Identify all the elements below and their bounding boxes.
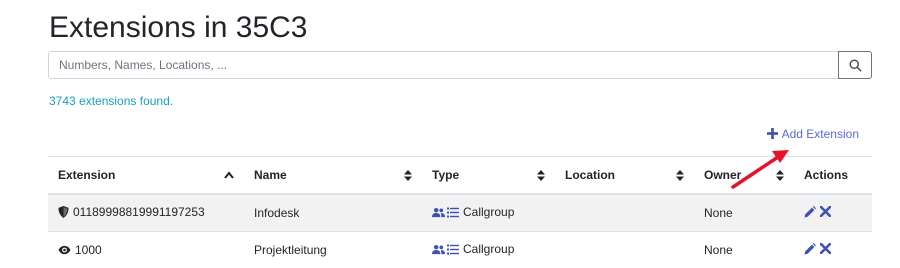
- pencil-icon: [804, 206, 816, 218]
- extension-number: 1000: [75, 243, 102, 257]
- sort-icon: [676, 170, 684, 181]
- add-extension-button[interactable]: Add Extension: [767, 127, 859, 141]
- table-row[interactable]: 0118999881999119725​3 Infodesk Callgroup…: [48, 194, 872, 232]
- type-cell: Callgroup: [422, 194, 555, 232]
- search-input[interactable]: [48, 51, 838, 79]
- results-count: 3743 extensions found.: [49, 94, 173, 108]
- table-row[interactable]: 1000 Projektleitung Callgroup None: [48, 232, 872, 268]
- column-label-owner: Owner: [704, 168, 741, 182]
- edit-button[interactable]: [804, 206, 816, 218]
- actions-cell: [794, 194, 872, 232]
- page-title: Extensions in 35C3: [49, 8, 308, 48]
- column-label-name: Name: [254, 168, 287, 182]
- name-cell: Projektleitung: [244, 232, 422, 268]
- column-header-actions: Actions: [794, 157, 872, 195]
- edit-button[interactable]: [804, 243, 816, 255]
- type-label: Callgroup: [463, 242, 514, 256]
- column-header-name[interactable]: Name: [244, 157, 422, 195]
- column-header-location[interactable]: Location: [555, 157, 694, 195]
- extension-cell: 1000: [48, 232, 244, 268]
- search-icon: [849, 59, 862, 72]
- location-cell: [555, 194, 694, 232]
- plus-icon: [767, 128, 778, 141]
- sort-asc-icon: [224, 171, 234, 179]
- owner-cell: None: [694, 232, 794, 268]
- column-header-extension[interactable]: Extension: [48, 157, 244, 195]
- column-label-actions: Actions: [804, 168, 848, 182]
- search-button[interactable]: [838, 51, 872, 79]
- extension-number: 0118999881999119725​3: [73, 205, 205, 219]
- column-label-type: Type: [432, 168, 459, 182]
- column-label-location: Location: [565, 168, 615, 182]
- users-list-icon: [432, 207, 459, 218]
- delete-button[interactable]: [820, 206, 831, 217]
- sort-icon: [537, 170, 545, 181]
- name-cell: Infodesk: [244, 194, 422, 232]
- pencil-icon: [804, 243, 816, 255]
- sort-icon: [776, 170, 784, 181]
- delete-button[interactable]: [820, 243, 831, 254]
- users-list-icon: [432, 244, 459, 255]
- table-header-row: Extension Name Type Location Own: [48, 157, 872, 195]
- close-icon: [820, 206, 831, 217]
- column-label-extension: Extension: [58, 168, 115, 182]
- close-icon: [820, 243, 831, 254]
- add-extension-label: Add Extension: [782, 127, 859, 141]
- search-bar: [48, 51, 872, 79]
- type-label: Callgroup: [463, 205, 514, 219]
- extensions-table: Extension Name Type Location Own: [48, 156, 872, 268]
- sort-icon: [404, 170, 412, 181]
- column-header-type[interactable]: Type: [422, 157, 555, 195]
- column-header-owner[interactable]: Owner: [694, 157, 794, 195]
- extension-cell: 0118999881999119725​3: [48, 194, 244, 232]
- type-cell: Callgroup: [422, 232, 555, 268]
- owner-cell: None: [694, 194, 794, 232]
- eye-icon: [58, 245, 71, 255]
- actions-cell: [794, 232, 872, 268]
- shield-icon: [58, 206, 69, 218]
- location-cell: [555, 232, 694, 268]
